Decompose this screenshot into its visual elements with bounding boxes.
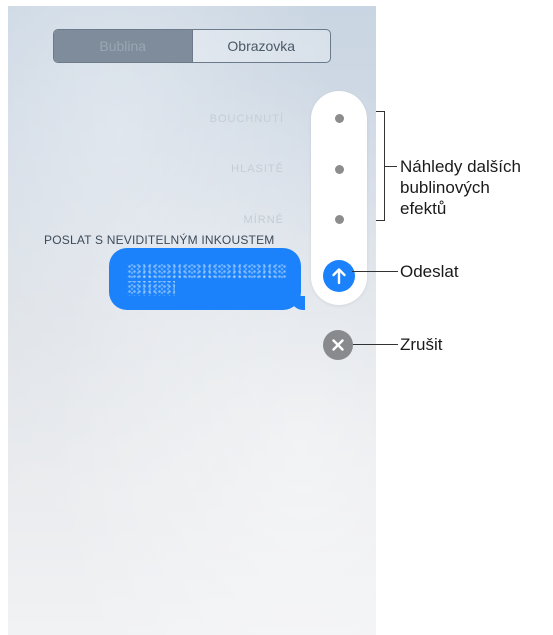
tab-screen[interactable]: Obrazovka bbox=[191, 30, 331, 62]
close-icon bbox=[332, 339, 344, 351]
send-callout: Odeslat bbox=[400, 262, 459, 281]
previews-bracket-pointer bbox=[384, 166, 397, 167]
effect-option-slam[interactable] bbox=[335, 114, 344, 123]
effect-label-loud: HLASITĚ bbox=[231, 163, 284, 175]
cancel-button[interactable] bbox=[323, 330, 353, 360]
cancel-callout-line bbox=[353, 344, 398, 345]
effect-label-slam: BOUCHNUTÍ bbox=[209, 113, 284, 125]
previews-bracket-bottom bbox=[376, 220, 385, 221]
arrow-up-icon bbox=[332, 268, 346, 285]
invisible-ink-label: POSLAT S NEVIDITELNÝM INKOUSTEM bbox=[44, 233, 275, 247]
effect-type-segmented-control: Bublina Obrazovka bbox=[53, 29, 331, 63]
invisible-ink-text bbox=[127, 264, 287, 296]
effect-label-gentle: MÍRNÉ bbox=[243, 214, 284, 226]
cancel-callout: Zrušit bbox=[400, 335, 443, 354]
send-button[interactable] bbox=[323, 260, 355, 292]
effect-option-gentle[interactable] bbox=[335, 215, 344, 224]
message-bubble bbox=[109, 248, 305, 310]
messages-effect-screen: Bublina Obrazovka BOUCHNUTÍ HLASITĚ MÍRN… bbox=[8, 6, 376, 635]
effect-option-loud[interactable] bbox=[335, 165, 344, 174]
effect-selector-panel bbox=[311, 91, 367, 305]
send-callout-line bbox=[352, 271, 398, 272]
previews-callout: Náhledy dalších bublinových efektů bbox=[400, 157, 521, 218]
tab-bubble[interactable]: Bublina bbox=[54, 30, 192, 62]
